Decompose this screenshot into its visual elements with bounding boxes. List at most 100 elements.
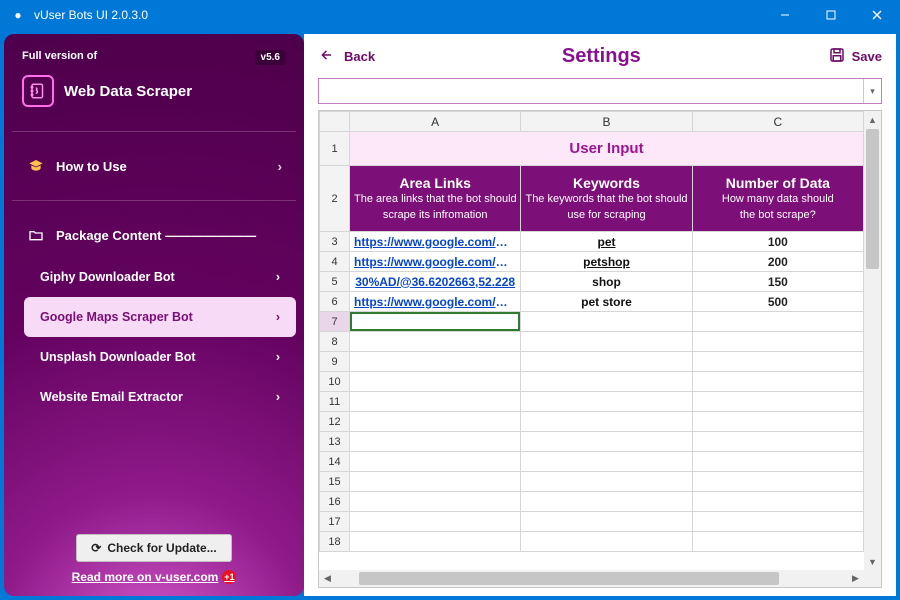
cell-empty[interactable] (521, 432, 692, 452)
refresh-icon: ⟳ (91, 541, 101, 555)
cell-number[interactable]: 100 (692, 232, 863, 252)
row-header[interactable]: 2 (320, 166, 350, 232)
cell-keyword[interactable]: shop (521, 272, 692, 292)
graduation-cap-icon (26, 158, 46, 174)
cell-empty[interactable] (521, 452, 692, 472)
cell-empty[interactable] (521, 332, 692, 352)
cell-keyword[interactable]: petshop (521, 252, 692, 272)
row-header[interactable]: 7 (320, 312, 350, 332)
product-title: Web Data Scraper (64, 83, 192, 100)
row-header[interactable]: 6 (320, 292, 350, 312)
cell-empty[interactable] (692, 532, 863, 552)
cell-number[interactable]: 200 (692, 252, 863, 272)
row-header[interactable]: 1 (320, 132, 350, 166)
cell-empty[interactable] (350, 412, 521, 432)
cell-keyword[interactable]: pet store (521, 292, 692, 312)
cell-area-link[interactable]: https://www.google.com/map (350, 252, 521, 272)
product-icon (22, 75, 54, 107)
cell-empty[interactable] (521, 352, 692, 372)
cell-empty[interactable] (521, 492, 692, 512)
chevron-right-icon: › (276, 350, 280, 364)
cell-empty[interactable] (350, 512, 521, 532)
sidebar-item-howtouse[interactable]: How to Use › (12, 146, 296, 186)
cell-empty[interactable] (692, 472, 863, 492)
minimize-button[interactable] (762, 0, 808, 30)
cell-empty[interactable] (350, 532, 521, 552)
row-header[interactable]: 3 (320, 232, 350, 252)
readmore-link[interactable]: Read more on v-user.com +1 (72, 570, 237, 584)
cell-empty[interactable] (521, 412, 692, 432)
cell-empty[interactable] (692, 432, 863, 452)
cell-empty[interactable] (521, 472, 692, 492)
cell-empty[interactable] (692, 392, 863, 412)
close-button[interactable] (854, 0, 900, 30)
sidebar-subitem-unsplash[interactable]: Unsplash Downloader Bot › (24, 337, 296, 377)
row-header[interactable]: 9 (320, 352, 350, 372)
scroll-left-icon[interactable]: ◀ (319, 570, 336, 587)
cell-empty[interactable] (692, 352, 863, 372)
col-header-c[interactable]: C (692, 112, 863, 132)
col-header-b[interactable]: B (521, 112, 692, 132)
chevron-right-icon: › (276, 310, 280, 324)
cell-empty[interactable] (350, 332, 521, 352)
row-header[interactable]: 12 (320, 412, 350, 432)
cell-empty[interactable] (521, 392, 692, 412)
sidebar-subitem-googlemaps[interactable]: Google Maps Scraper Bot › (24, 297, 296, 337)
vertical-scroll-thumb[interactable] (866, 129, 879, 269)
cell-empty[interactable] (350, 472, 521, 492)
check-update-button[interactable]: ⟳ Check for Update... (76, 534, 231, 562)
vertical-scrollbar[interactable]: ▲ ▼ (864, 111, 881, 570)
filter-input[interactable] (319, 79, 863, 103)
row-header[interactable]: 4 (320, 252, 350, 272)
cell-empty[interactable] (521, 532, 692, 552)
sidebar-item-package-content[interactable]: Package Content ——————— (12, 215, 296, 255)
maximize-button[interactable] (808, 0, 854, 30)
cell-empty[interactable] (692, 332, 863, 352)
scroll-down-icon[interactable]: ▼ (864, 553, 881, 570)
cell-area-link[interactable]: https://www.google.com/map (350, 292, 521, 312)
row-header[interactable]: 14 (320, 452, 350, 472)
row-header[interactable]: 8 (320, 332, 350, 352)
corner-cell[interactable] (320, 112, 350, 132)
cell-empty[interactable] (521, 372, 692, 392)
cell-empty[interactable] (350, 352, 521, 372)
cell-keyword[interactable]: pet (521, 232, 692, 252)
cell-empty[interactable] (350, 432, 521, 452)
row-header[interactable]: 15 (320, 472, 350, 492)
row-header[interactable]: 5 (320, 272, 350, 292)
sidebar-subitem-emailextractor[interactable]: Website Email Extractor › (24, 377, 296, 417)
row-header[interactable]: 11 (320, 392, 350, 412)
row-header[interactable]: 17 (320, 512, 350, 532)
scroll-up-icon[interactable]: ▲ (864, 111, 881, 128)
cell-empty[interactable] (350, 372, 521, 392)
save-button[interactable]: Save (828, 46, 882, 67)
cell-area-link[interactable]: https://www.google.com/map (350, 232, 521, 252)
filter-dropdown-button[interactable]: ▾ (863, 79, 881, 103)
cell-area-link[interactable]: 30%AD/@36.6202663,52.228 (350, 272, 521, 292)
cell-empty[interactable] (692, 452, 863, 472)
horizontal-scrollbar[interactable]: ◀ ▶ (319, 570, 864, 587)
cell-empty[interactable] (350, 392, 521, 412)
cell-empty[interactable] (350, 452, 521, 472)
cell-empty[interactable] (692, 372, 863, 392)
horizontal-scroll-thumb[interactable] (359, 572, 779, 585)
cell-empty[interactable] (692, 312, 863, 332)
cell-empty[interactable] (521, 312, 692, 332)
sidebar-subitem-giphy[interactable]: Giphy Downloader Bot › (24, 257, 296, 297)
row-header[interactable]: 13 (320, 432, 350, 452)
cell-number[interactable]: 500 (692, 292, 863, 312)
cell-empty[interactable] (350, 492, 521, 512)
cell-number[interactable]: 150 (692, 272, 863, 292)
sidebar-item-label: Giphy Downloader Bot (40, 270, 276, 284)
row-header[interactable]: 18 (320, 532, 350, 552)
cell-empty[interactable] (692, 492, 863, 512)
row-header[interactable]: 16 (320, 492, 350, 512)
cell-empty[interactable] (692, 512, 863, 532)
cell-empty[interactable] (521, 512, 692, 532)
cell-empty[interactable] (350, 312, 521, 332)
cell-empty[interactable] (692, 412, 863, 432)
scroll-right-icon[interactable]: ▶ (847, 570, 864, 587)
row-header[interactable]: 10 (320, 372, 350, 392)
col-header-a[interactable]: A (350, 112, 521, 132)
back-button[interactable]: Back (318, 48, 375, 65)
